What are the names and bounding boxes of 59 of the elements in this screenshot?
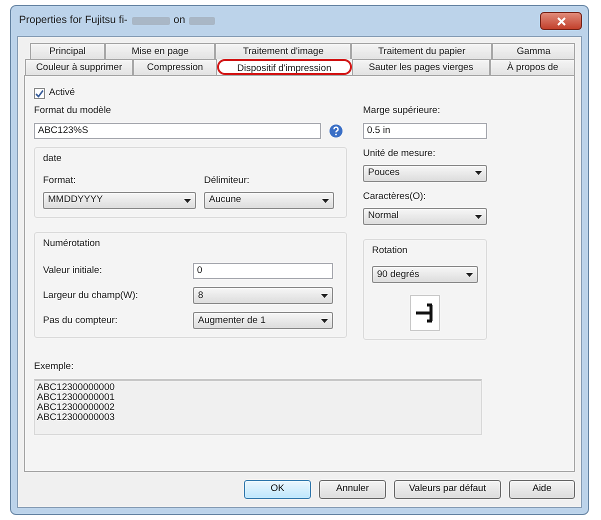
tab[interactable]: Dispositif d'impression <box>216 59 352 75</box>
tab[interactable]: Mise en page <box>104 43 216 59</box>
window-title: Properties for Fujitsu fi- <box>19 13 128 28</box>
field-label: Pas du compteur: <box>43 314 118 328</box>
dropdown-arrow-icon <box>321 294 328 298</box>
field-label: Exemple: <box>34 360 75 374</box>
dropdown-arrow-icon <box>475 214 482 218</box>
tab[interactable]: Compression <box>133 59 217 75</box>
checkbox[interactable] <box>34 88 45 99</box>
dialog-button[interactable]: OK <box>244 480 311 499</box>
dropdown-arrow-icon <box>475 171 482 176</box>
rotation-preview-icon <box>410 295 440 332</box>
dialog-button[interactable]: Annuler <box>319 480 386 499</box>
checkmark-icon <box>35 88 44 98</box>
dropdown[interactable]: 8 <box>193 287 333 304</box>
example-line: ABC12300000003 <box>37 412 115 422</box>
margin-input[interactable]: 0.5 in <box>363 122 487 138</box>
close-button[interactable] <box>540 12 582 30</box>
rotation-dropdown[interactable]: 90 degrés <box>372 266 478 284</box>
field-label: Marge supérieure: <box>363 104 442 118</box>
field-label: Format: <box>43 174 77 188</box>
help-icon[interactable] <box>329 124 343 138</box>
dialog-button[interactable]: Valeurs par défaut <box>394 480 501 499</box>
characters-dropdown[interactable]: Normal <box>363 208 487 225</box>
example-line: ABC12300000000 <box>37 382 115 392</box>
tab[interactable]: Principal <box>30 43 105 59</box>
redaction-mark <box>189 17 216 25</box>
tab[interactable]: Gamma <box>492 43 575 59</box>
close-icon <box>556 16 566 26</box>
field-label: Délimiteur: <box>204 174 250 188</box>
tab[interactable]: À propos de <box>490 59 576 75</box>
dropdown-arrow-icon <box>184 198 191 202</box>
redaction-mark <box>132 17 170 25</box>
text-input[interactable]: 0 <box>193 263 333 280</box>
dropdown-arrow-icon <box>466 272 473 277</box>
field-label: Format du modèle <box>34 104 112 118</box>
group-title: Numérotation <box>43 237 102 251</box>
field-label: Valeur initiale: <box>43 264 103 278</box>
tab[interactable]: Sauter les pages vierges <box>352 59 490 75</box>
field-label: Caractères(O): <box>363 190 427 204</box>
dropdown[interactable]: Augmenter de 1 <box>193 312 333 330</box>
dropdown-arrow-icon <box>321 318 328 323</box>
tab[interactable]: Traitement du papier <box>351 43 492 59</box>
delimiter-dropdown[interactable]: Aucune <box>204 192 334 209</box>
field-label: Largeur du champ(W): <box>43 288 140 303</box>
format-dropdown[interactable]: MMDDYYYY <box>43 192 196 209</box>
group-title: date <box>43 152 62 166</box>
unit-dropdown[interactable]: Pouces <box>363 164 487 182</box>
checkbox-label: Activé <box>49 86 75 100</box>
field-label: Unité de mesure: <box>363 146 436 160</box>
window-title: on <box>174 13 186 28</box>
dropdown-arrow-icon <box>322 198 329 202</box>
example-line: ABC12300000002 <box>37 402 115 412</box>
tab[interactable]: Traitement d'image <box>215 43 352 59</box>
tab[interactable]: Couleur à supprimer <box>25 59 134 75</box>
group-title: Rotation <box>372 244 408 258</box>
dialog-button[interactable]: Aide <box>509 480 575 499</box>
template-input[interactable]: ABC123%S <box>34 122 321 138</box>
example-line: ABC12300000001 <box>37 392 115 402</box>
